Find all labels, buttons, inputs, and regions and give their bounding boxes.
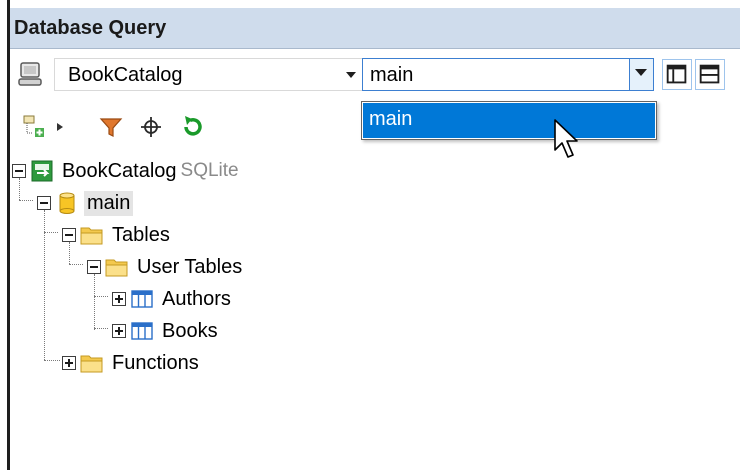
- layout-split-button[interactable]: [695, 59, 725, 90]
- tree-node-label: Books: [162, 319, 218, 342]
- schema-option-label: main: [369, 108, 413, 130]
- table-icon: [131, 290, 153, 308]
- database-cylinder-icon: [59, 192, 75, 214]
- add-object-icon[interactable]: [22, 114, 48, 140]
- layout-panel-button[interactable]: [662, 59, 692, 90]
- connection-select-value: BookCatalog: [68, 64, 183, 86]
- caret-right-icon[interactable]: [54, 114, 66, 140]
- expand-toggle[interactable]: [62, 356, 76, 370]
- expand-toggle[interactable]: [112, 324, 126, 338]
- tree-node-label: main: [84, 190, 134, 216]
- schema-select[interactable]: main: [362, 58, 654, 91]
- collapse-toggle[interactable]: [12, 164, 26, 178]
- tree-connector: [69, 264, 83, 265]
- schema-dropdown-button[interactable]: [629, 59, 653, 90]
- tree-node-books[interactable]: Books: [112, 316, 218, 346]
- mouse-pointer-icon: [554, 119, 578, 158]
- tree-toolbar: [10, 110, 310, 144]
- tree-connector: [44, 232, 58, 233]
- tree-node-user-tables[interactable]: User Tables: [87, 252, 242, 282]
- connection-row: BookCatalog main: [10, 50, 740, 102]
- tree-node-label: Authors: [162, 287, 231, 310]
- tree-node-authors[interactable]: Authors: [112, 284, 231, 314]
- tree-connector: [44, 360, 60, 361]
- table-icon: [131, 322, 153, 340]
- folder-icon: [80, 355, 103, 373]
- tree-node-functions[interactable]: Functions: [62, 348, 199, 378]
- tree-node-label: Tables: [112, 223, 170, 246]
- tree-node-label: Functions: [112, 351, 199, 374]
- layout-panel-icon: [666, 64, 687, 84]
- connection-node-icon: [31, 160, 53, 182]
- database-query-window: Database Query BookCatalog main main Boo…: [0, 0, 740, 470]
- collapse-toggle[interactable]: [37, 196, 51, 210]
- tree-node-connection[interactable]: BookCatalog SQLite: [12, 156, 239, 186]
- database-connection-icon: [18, 62, 42, 86]
- folder-icon: [80, 227, 103, 245]
- schema-option-main[interactable]: main: [363, 103, 655, 138]
- tree-node-label: User Tables: [137, 255, 243, 278]
- title-bar: Database Query: [10, 8, 740, 49]
- expand-toggle[interactable]: [112, 292, 126, 306]
- schema-dropdown-list: main: [361, 101, 657, 140]
- tree-connector: [19, 200, 33, 201]
- tree-node-tables[interactable]: Tables: [62, 220, 170, 250]
- tree-node-label: BookCatalog: [62, 159, 177, 182]
- chevron-down-icon: [635, 69, 647, 76]
- tree-connector: [94, 274, 95, 330]
- database-type-label: SQLite: [180, 160, 239, 181]
- filter-icon[interactable]: [98, 114, 124, 140]
- tree-node-schema[interactable]: main: [37, 188, 134, 218]
- collapse-toggle[interactable]: [62, 228, 76, 242]
- layout-split-icon: [699, 64, 720, 84]
- connection-select[interactable]: BookCatalog: [54, 58, 366, 91]
- folder-icon: [105, 259, 128, 277]
- schema-select-value: main: [370, 64, 414, 86]
- panel-title: Database Query: [14, 17, 167, 39]
- chevron-down-icon[interactable]: [343, 67, 359, 83]
- database-tree: BookCatalog SQLite main Tables User Tabl…: [10, 154, 410, 394]
- tree-connector: [94, 328, 108, 329]
- tree-connector: [94, 296, 108, 297]
- refresh-icon[interactable]: [180, 114, 206, 140]
- collapse-toggle[interactable]: [87, 260, 101, 274]
- crosshair-icon[interactable]: [138, 114, 164, 140]
